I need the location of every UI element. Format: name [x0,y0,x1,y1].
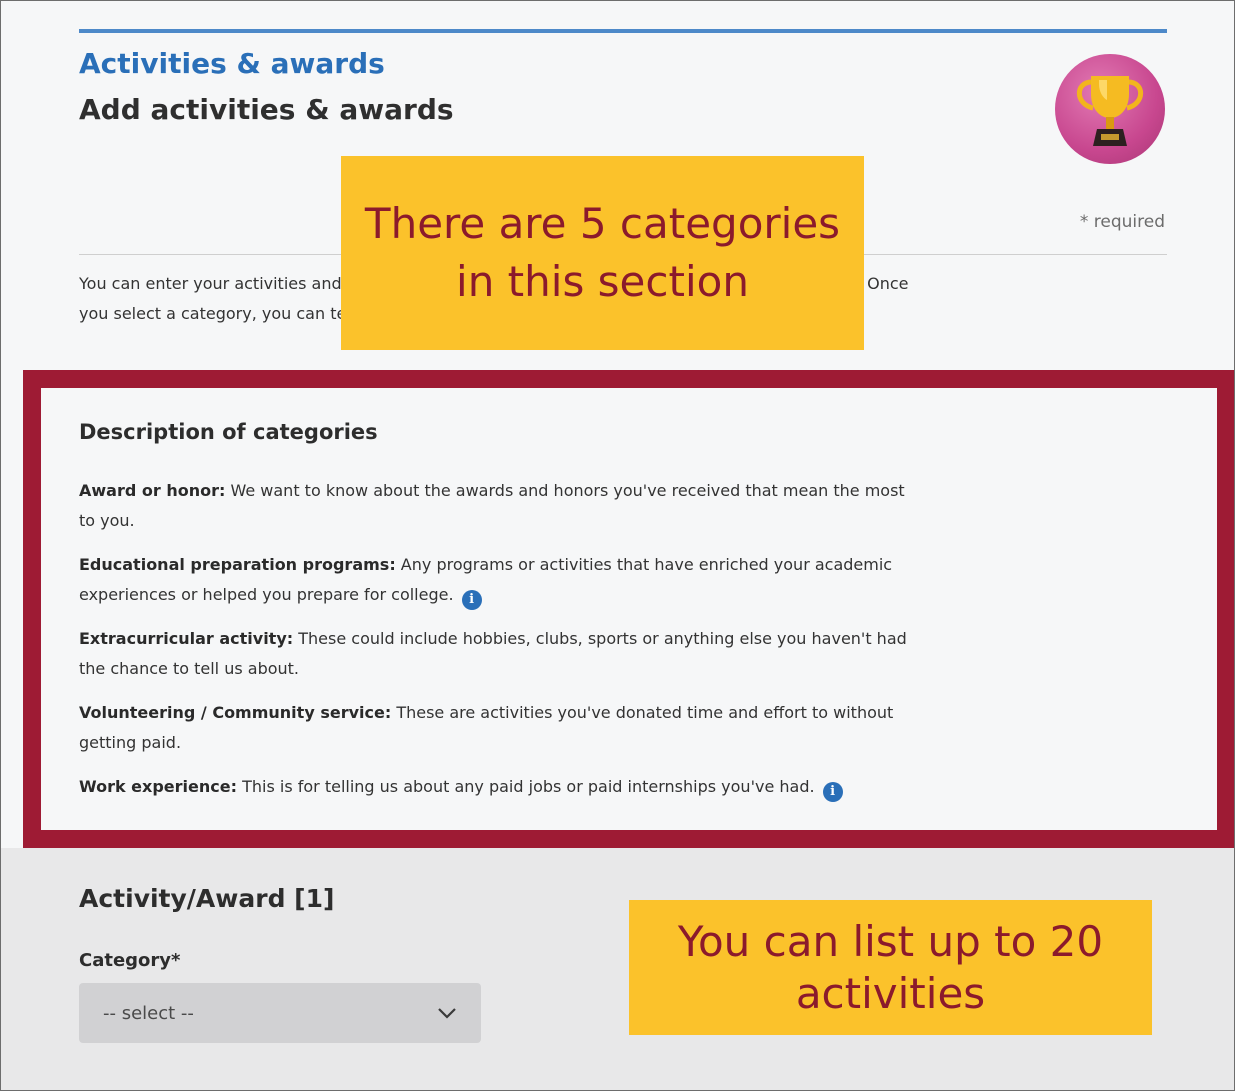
categories-highlight-box: Description of categories Award or honor… [23,370,1234,848]
application-form-page: Activities & awards Add activities & awa… [0,0,1235,1091]
category-work-experience: Work experience: This is for telling us … [79,772,919,802]
category-volunteering-community-service: Volunteering / Community service: These … [79,698,919,758]
category-description: This is for telling us about any paid jo… [237,777,815,796]
category-term: Work experience: [79,777,237,796]
category-award-or-honor: Award or honor: We want to know about th… [79,476,919,536]
category-description-list: Award or honor: We want to know about th… [79,476,919,816]
categories-callout-text: There are 5 categories in this section [364,199,841,306]
category-select[interactable]: -- select -- [79,983,481,1043]
categories-callout: There are 5 categories in this section [341,156,864,350]
category-term: Volunteering / Community service: [79,703,392,722]
section-top-rule [79,29,1167,33]
section-title: Activities & awards [79,47,385,80]
category-select-value: -- select -- [103,1002,194,1024]
info-icon[interactable]: i [822,782,843,802]
trophy-icon [1055,54,1165,164]
info-icon[interactable]: i [461,590,482,610]
activity-title: Activity/Award [1] [79,884,335,913]
category-term: Extracurricular activity: [79,629,294,648]
category-extracurricular-activity: Extracurricular activity: These could in… [79,624,919,684]
required-note: * required [1079,212,1165,232]
activity-limit-callout-text: You can list up to 20 activities [677,916,1104,1018]
activity-limit-callout: You can list up to 20 activities [629,900,1152,1035]
category-term: Award or honor: [79,481,226,500]
category-educational-preparation-programs: Educational preparation programs: Any pr… [79,550,919,610]
categories-panel: Description of categories Award or honor… [41,388,1217,830]
categories-title: Description of categories [79,420,378,444]
category-term: Educational preparation programs: [79,555,396,574]
page-heading: Add activities & awards [79,93,454,126]
chevron-down-icon [438,1008,456,1019]
trophy-graphic [1076,76,1144,146]
category-label: Category* [79,950,181,971]
